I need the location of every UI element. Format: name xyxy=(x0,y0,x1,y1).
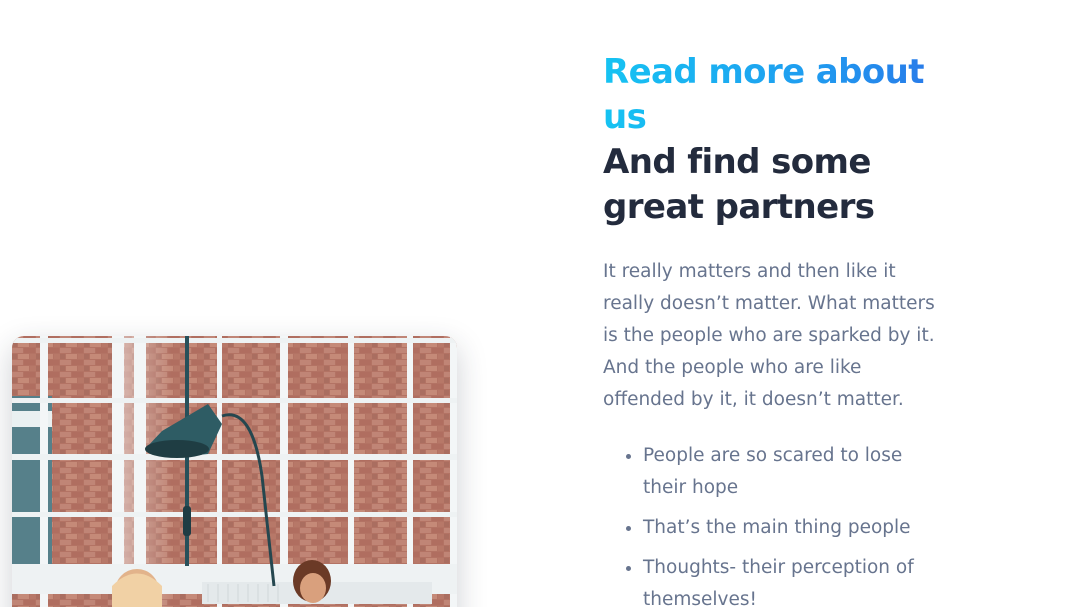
section-heading: And find some great partners xyxy=(603,142,875,227)
section-intro-text: It really matters and then like it reall… xyxy=(603,261,935,410)
feature-list: People are so scared to lose their hope … xyxy=(603,440,943,607)
about-section: Read more about us And find some great p… xyxy=(603,50,948,607)
office-photo-image xyxy=(12,336,457,607)
list-item: People are so scared to lose their hope xyxy=(643,440,943,504)
list-item: Thoughts- their perception of themselves… xyxy=(643,552,943,607)
office-photo xyxy=(12,336,457,607)
list-item: That’s the main thing people xyxy=(643,512,943,544)
section-heading-accent: Read more about us xyxy=(603,50,948,140)
